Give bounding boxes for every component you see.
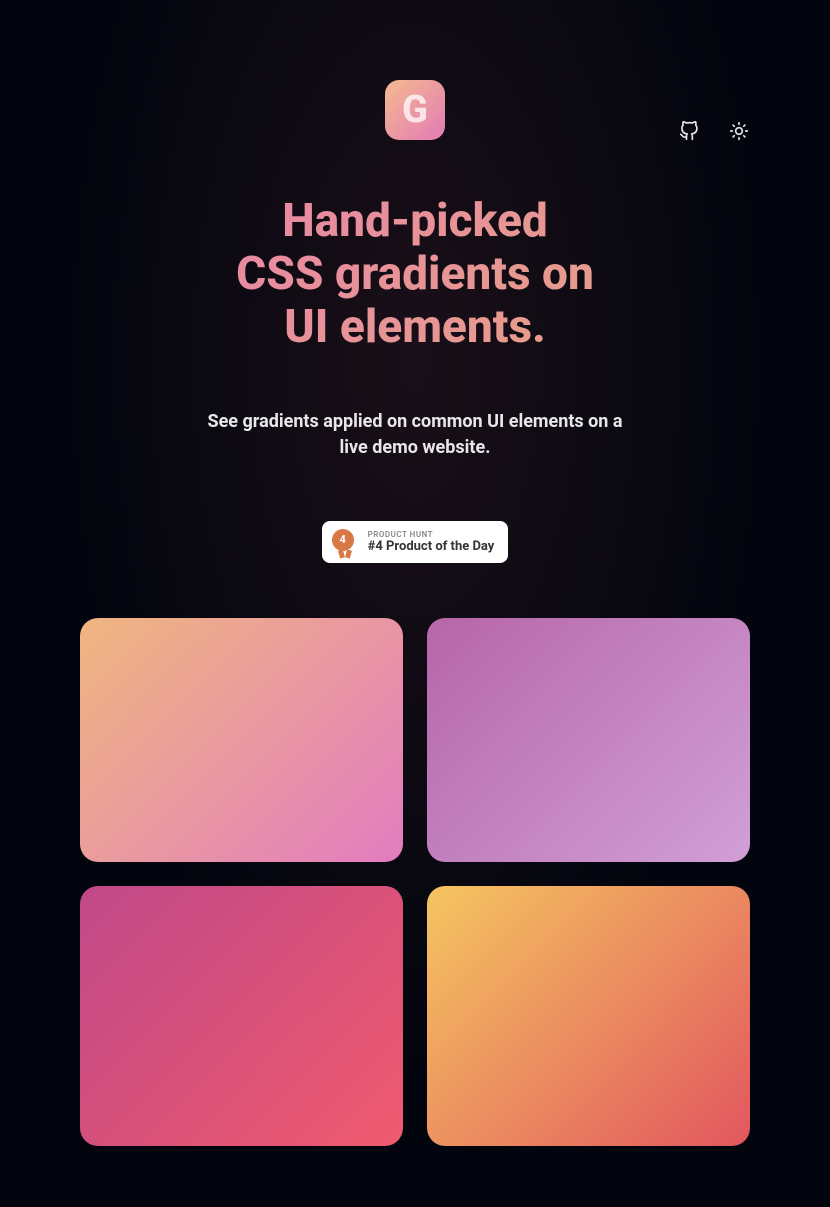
hero-title: Hand-picked CSS gradients on UI elements… — [0, 195, 830, 354]
gradient-grid — [0, 618, 830, 1146]
hero-title-line1: Hand-picked — [282, 194, 548, 248]
product-hunt-label: PRODUCT HUNT — [368, 530, 495, 539]
app-logo[interactable]: G — [385, 80, 445, 140]
gradient-card-peach-pink[interactable] — [80, 618, 403, 862]
github-icon[interactable] — [678, 120, 700, 142]
logo-letter: G — [402, 88, 428, 132]
gradient-card-magenta-red[interactable] — [80, 886, 403, 1146]
medal-number: 4 — [340, 533, 346, 546]
badge-container: 4 PRODUCT HUNT #4 Product of the Day — [0, 521, 830, 563]
hero-subtitle: See gradients applied on common UI eleme… — [205, 409, 625, 461]
product-hunt-badge[interactable]: 4 PRODUCT HUNT #4 Product of the Day — [322, 521, 509, 563]
hero-title-line2: CSS gradients on — [236, 247, 594, 301]
header-icons — [678, 120, 750, 142]
product-hunt-text: PRODUCT HUNT #4 Product of the Day — [368, 530, 495, 554]
sun-icon[interactable] — [728, 120, 750, 142]
product-hunt-rank: #4 Product of the Day — [368, 539, 495, 554]
hero-title-line3: UI elements. — [284, 300, 545, 354]
gradient-card-purple-lavender[interactable] — [427, 618, 750, 862]
gradient-card-yellow-red[interactable] — [427, 886, 750, 1146]
medal-icon: 4 — [332, 529, 358, 555]
